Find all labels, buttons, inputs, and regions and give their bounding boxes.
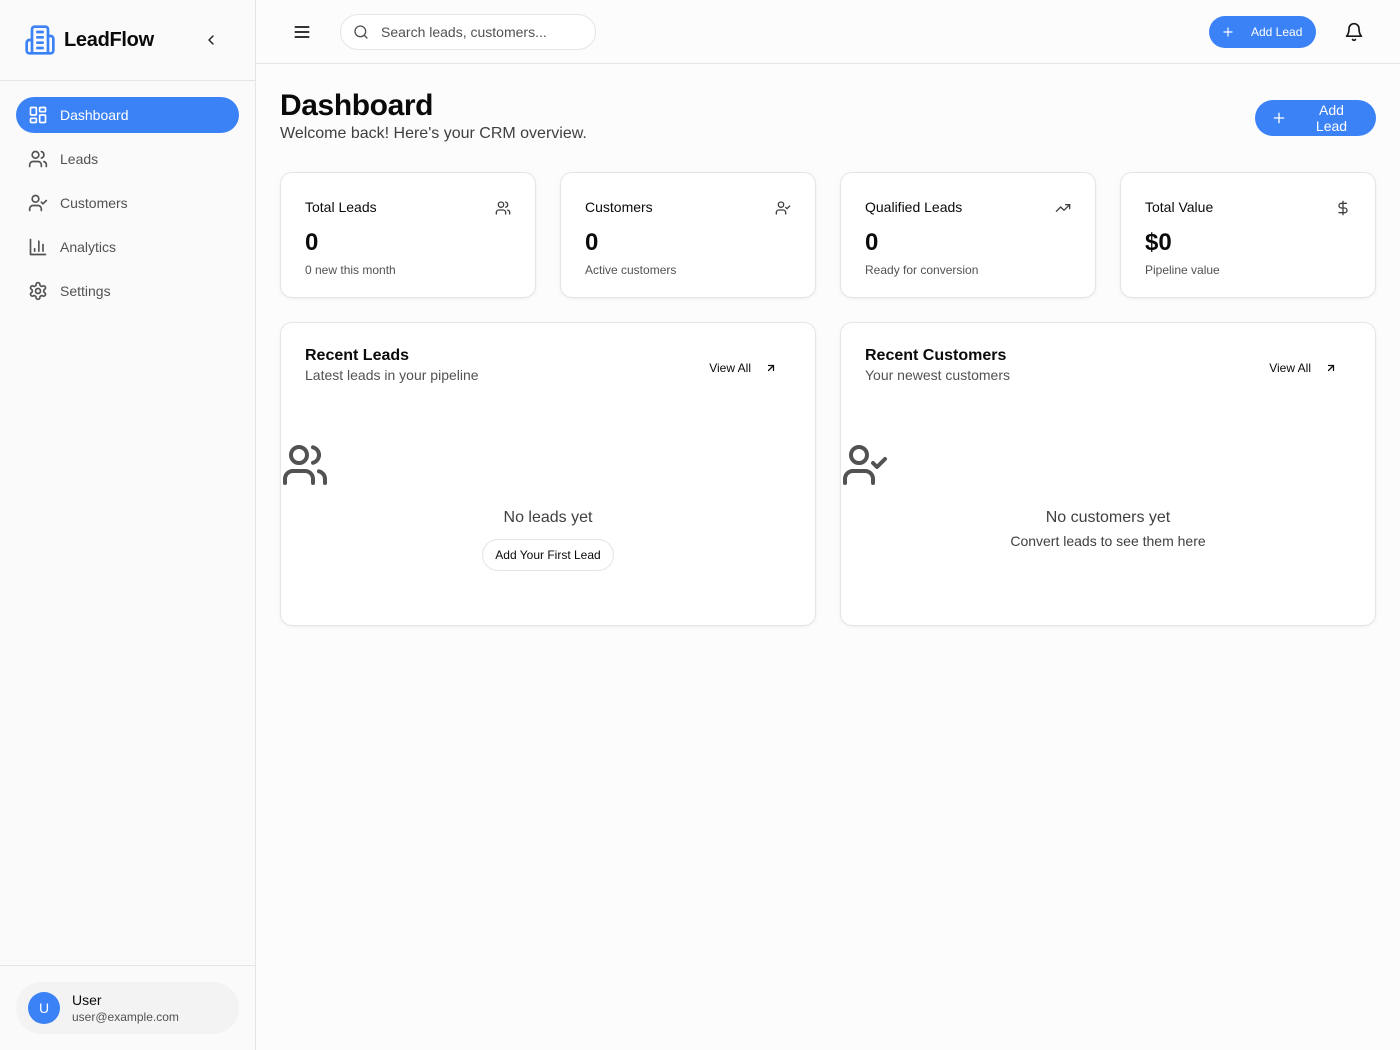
empty-subtitle: Convert leads to see them here [1010, 533, 1206, 549]
sidebar-item-settings[interactable]: Settings [16, 273, 239, 309]
sidebar-nav: Dashboard Leads Customers Analytics Sett… [0, 81, 255, 333]
topbar-add-lead-label: Add Lead [1251, 25, 1303, 39]
chevron-left-icon [208, 35, 214, 45]
gear-icon [28, 281, 48, 301]
user-check-icon [841, 441, 1375, 489]
user-name: User [72, 992, 102, 1008]
dollar-icon [1335, 200, 1351, 216]
user-info: User user@example.com [72, 992, 179, 1024]
sidebar-item-label: Customers [60, 195, 128, 211]
main-content: Dashboard Welcome back! Here's your CRM … [280, 88, 1376, 626]
stat-sub: Ready for conversion [865, 263, 979, 277]
sidebar-item-label: Dashboard [60, 107, 129, 123]
users-icon [281, 441, 815, 489]
view-all-leads-button[interactable]: View All [709, 361, 777, 375]
stat-value: 0 [585, 229, 599, 256]
panel-subtitle: Your newest customers [865, 367, 1010, 383]
stat-card-customers: Customers 0 Active customers [560, 172, 816, 298]
stat-card-qualified-leads: Qualified Leads 0 Ready for conversion [840, 172, 1096, 298]
sidebar-item-label: Leads [60, 151, 99, 167]
page-title: Dashboard [280, 89, 434, 122]
bell-icon[interactable] [1344, 22, 1364, 42]
stats-row: Total Leads 0 0 new this month Customers… [280, 172, 1376, 298]
bar-chart-icon [28, 237, 48, 257]
recent-customers-panel: Recent Customers Your newest customers V… [840, 322, 1376, 626]
recent-leads-panel: Recent Leads Latest leads in your pipeli… [280, 322, 816, 626]
brand-header: LeadFlow [0, 0, 255, 81]
topbar: Add Lead [256, 0, 1400, 64]
panel-title: Recent Leads [305, 347, 410, 364]
empty-title: No leads yet [503, 509, 593, 526]
stat-sub: Active customers [585, 263, 677, 277]
panel-subtitle: Latest leads in your pipeline [305, 367, 479, 383]
building-logo-icon [24, 24, 56, 56]
plus-icon [1271, 110, 1287, 126]
sidebar-item-label: Analytics [60, 239, 117, 255]
users-icon [495, 200, 511, 216]
panels-row: Recent Leads Latest leads in your pipeli… [280, 322, 1376, 626]
user-email: user@example.com [72, 1010, 179, 1024]
stat-card-total-value: Total Value $0 Pipeline value [1120, 172, 1376, 298]
search-input[interactable] [381, 24, 581, 40]
menu-icon[interactable] [292, 22, 312, 42]
trending-up-icon [1055, 200, 1071, 216]
users-icon [28, 149, 48, 169]
panel-title: Recent Customers [865, 347, 1007, 364]
search-icon [353, 24, 369, 40]
user-area: U User user@example.com [0, 965, 255, 1050]
empty-state-leads: No leads yet Add Your First Lead [281, 441, 815, 571]
view-all-label: View All [1269, 361, 1311, 375]
user-profile-card[interactable]: U User user@example.com [16, 982, 239, 1034]
view-all-label: View All [709, 361, 751, 375]
topbar-add-lead-button[interactable]: Add Lead [1209, 16, 1316, 48]
sidebar: LeadFlow Dashboard Leads Customers Analy… [0, 0, 256, 1050]
sidebar-item-label: Settings [60, 283, 111, 299]
collapse-sidebar-button[interactable] [201, 30, 221, 50]
stat-value: $0 [1145, 229, 1172, 256]
user-check-icon [775, 200, 791, 216]
brand-name: LeadFlow [64, 28, 154, 51]
stat-sub: 0 new this month [305, 263, 396, 277]
stat-label: Customers [585, 199, 653, 215]
arrow-up-right-icon [765, 362, 777, 374]
add-lead-label: Add Lead [1315, 102, 1348, 134]
empty-state-customers: No customers yet Convert leads to see th… [841, 441, 1375, 549]
arrow-up-right-icon [1325, 362, 1337, 374]
sidebar-item-analytics[interactable]: Analytics [16, 229, 239, 265]
stat-sub: Pipeline value [1145, 263, 1220, 277]
stat-card-total-leads: Total Leads 0 0 new this month [280, 172, 536, 298]
sidebar-item-dashboard[interactable]: Dashboard [16, 97, 239, 133]
stat-label: Qualified Leads [865, 199, 963, 215]
view-all-customers-button[interactable]: View All [1269, 361, 1337, 375]
sidebar-item-customers[interactable]: Customers [16, 185, 239, 221]
sidebar-item-leads[interactable]: Leads [16, 141, 239, 177]
layout-grid-icon [28, 105, 48, 125]
add-first-lead-button[interactable]: Add Your First Lead [482, 539, 614, 571]
search-box [340, 14, 596, 50]
stat-value: 0 [305, 229, 319, 256]
add-lead-button[interactable]: Add Lead [1255, 100, 1376, 136]
page-subtitle: Welcome back! Here's your CRM overview. [280, 125, 587, 142]
stat-label: Total Leads [305, 199, 377, 215]
avatar: U [28, 992, 60, 1024]
user-check-icon [28, 193, 48, 213]
plus-icon [1221, 25, 1235, 39]
stat-value: 0 [865, 229, 879, 256]
stat-label: Total Value [1145, 199, 1214, 215]
empty-title: No customers yet [1045, 509, 1171, 526]
